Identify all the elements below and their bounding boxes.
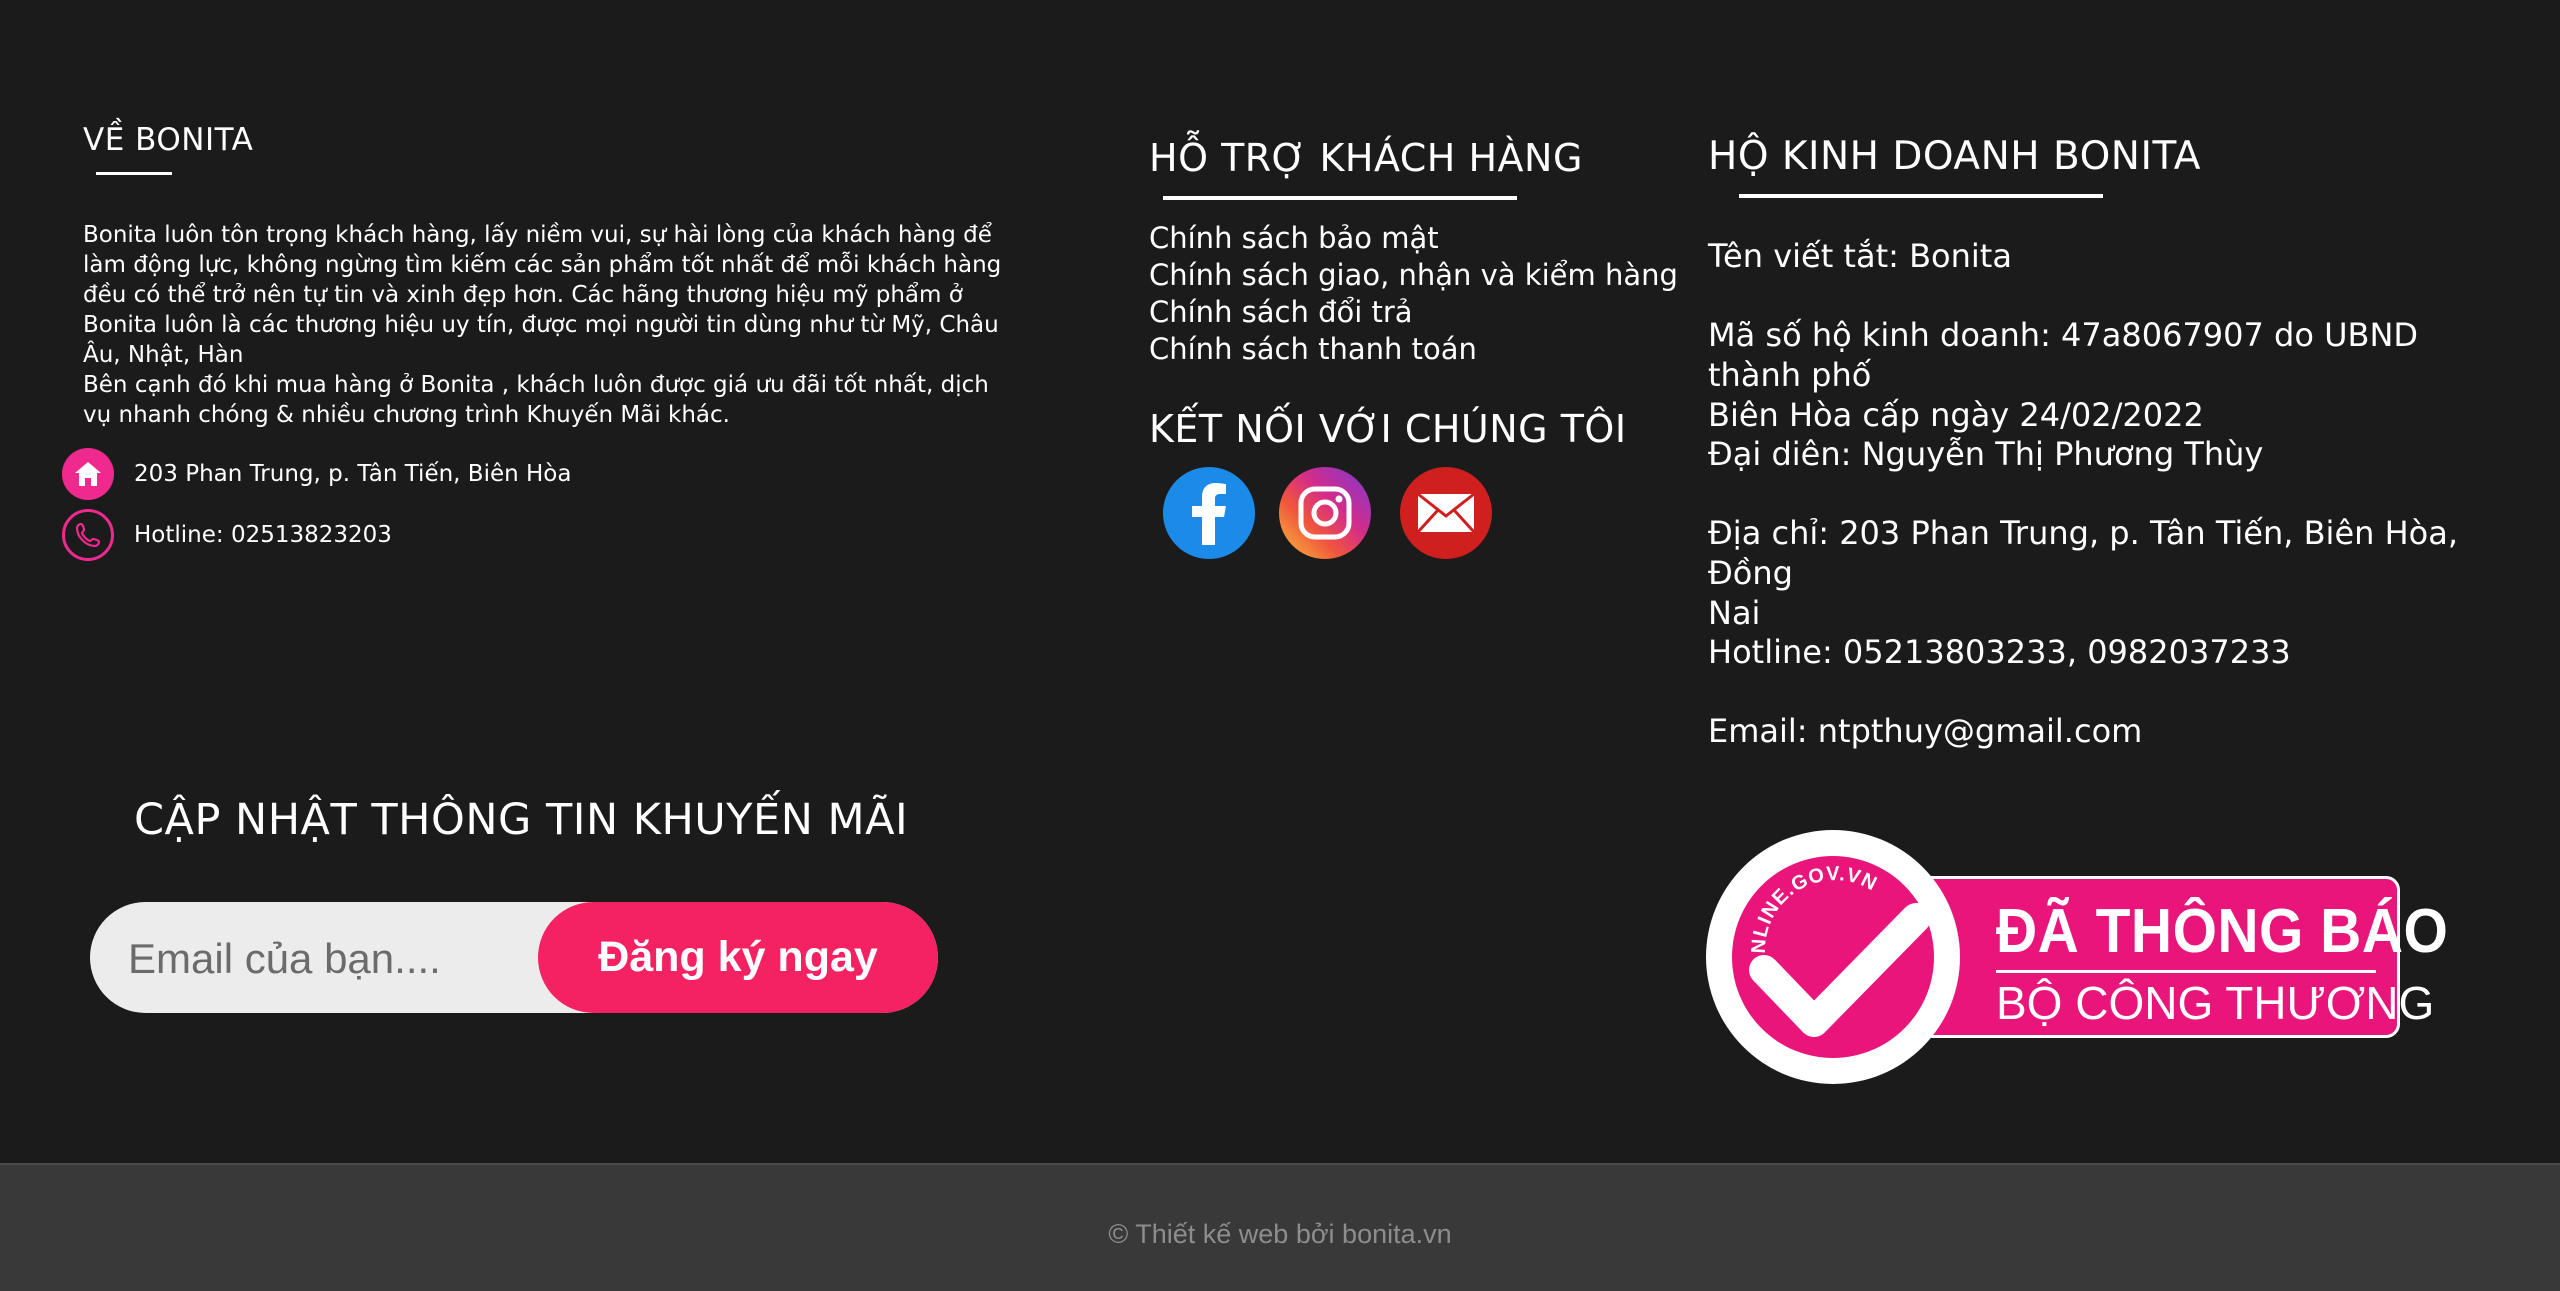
phone-icon <box>62 509 114 561</box>
business-license: Mã số hộ kinh doanh: 47a8067907 do UBND … <box>1708 315 2513 435</box>
checkmark-icon: ONLINE.GOV.VN <box>1748 863 1931 1037</box>
address-row: 203 Phan Trung, p. Tân Tiến, Biên Hòa <box>62 448 571 500</box>
return-policy-link[interactable]: Chính sách đổi trả <box>1149 294 1678 331</box>
home-icon <box>62 448 114 500</box>
business-email: Email: ntpthuy@gmail.com <box>1708 712 2143 750</box>
copyright-text: © Thiết kế web bởi bonita.vn <box>1108 1219 1452 1249</box>
footer-main: VỀ BONITA Bonita luôn tôn trọng khách hà… <box>0 0 2560 1163</box>
about-paragraph-1: Bonita luôn tôn trọng khách hàng, lấy ni… <box>83 222 1002 368</box>
hotline-row: Hotline: 02513823203 <box>62 509 392 561</box>
hotline-text: Hotline: 02513823203 <box>134 522 392 548</box>
support-links: Chính sách bảo mật Chính sách giao, nhận… <box>1149 220 1678 368</box>
badge-line-1: ĐÃ THÔNG BÁO <box>1996 897 2449 966</box>
instagram-icon[interactable] <box>1279 467 1371 559</box>
business-address-line-1: Địa chỉ: 203 Phan Trung, p. Tân Tiến, Bi… <box>1708 514 2458 592</box>
ministry-notified-badge[interactable]: ONLINE.GOV.VN ĐÃ THÔNG BÁO BỘ CÔNG THƯƠN… <box>1706 830 2449 1084</box>
business-title-underline <box>1739 194 2103 198</box>
business-address-line-2: Nai <box>1708 594 1761 632</box>
about-title: VỀ BONITA <box>83 122 254 158</box>
about-title-underline <box>96 172 172 175</box>
payment-policy-link[interactable]: Chính sách thanh toán <box>1149 331 1678 368</box>
support-title-underline <box>1163 196 1517 200</box>
badge-divider <box>1996 970 2376 973</box>
support-title: HỖ TRỢ KHÁCH HÀNG <box>1149 136 1583 180</box>
subscribe-button[interactable]: Đăng ký ngay <box>538 902 938 1013</box>
email-icon[interactable] <box>1400 467 1492 559</box>
facebook-icon[interactable] <box>1163 467 1255 559</box>
business-address: Địa chỉ: 203 Phan Trung, p. Tân Tiến, Bi… <box>1708 513 2513 633</box>
business-license-line-2: Biên Hòa cấp ngày 24/02/2022 <box>1708 396 2204 434</box>
business-title: HỘ KINH DOANH BONITA <box>1708 134 2201 179</box>
connect-title: KẾT NỐI VỚI CHÚNG TÔI <box>1149 407 1627 451</box>
shipping-policy-link[interactable]: Chính sách giao, nhận và kiểm hàng <box>1149 257 1678 294</box>
about-paragraph-2: Bên cạnh đó khi mua hàng ở Bonita , khác… <box>83 372 989 428</box>
privacy-policy-link[interactable]: Chính sách bảo mật <box>1149 220 1678 257</box>
badge-line-2: BỘ CÔNG THƯƠNG <box>1996 977 2435 1029</box>
business-representative: Đại diên: Nguyễn Thị Phương Thùy <box>1708 435 2264 473</box>
business-license-line-1: Mã số hộ kinh doanh: 47a8067907 do UBND … <box>1708 316 2419 394</box>
business-short-name: Tên viết tắt: Bonita <box>1708 237 2012 275</box>
badge-seal: ONLINE.GOV.VN <box>1706 830 1960 1084</box>
email-input[interactable] <box>126 902 600 1015</box>
promo-title: CẬP NHẬT THÔNG TIN KHUYẾN MÃI <box>134 795 909 845</box>
address-text: 203 Phan Trung, p. Tân Tiến, Biên Hòa <box>134 461 572 487</box>
subscribe-form: Đăng ký ngay <box>90 902 938 1015</box>
business-hotline: Hotline: 05213803233, 0982037233 <box>1708 633 2291 671</box>
